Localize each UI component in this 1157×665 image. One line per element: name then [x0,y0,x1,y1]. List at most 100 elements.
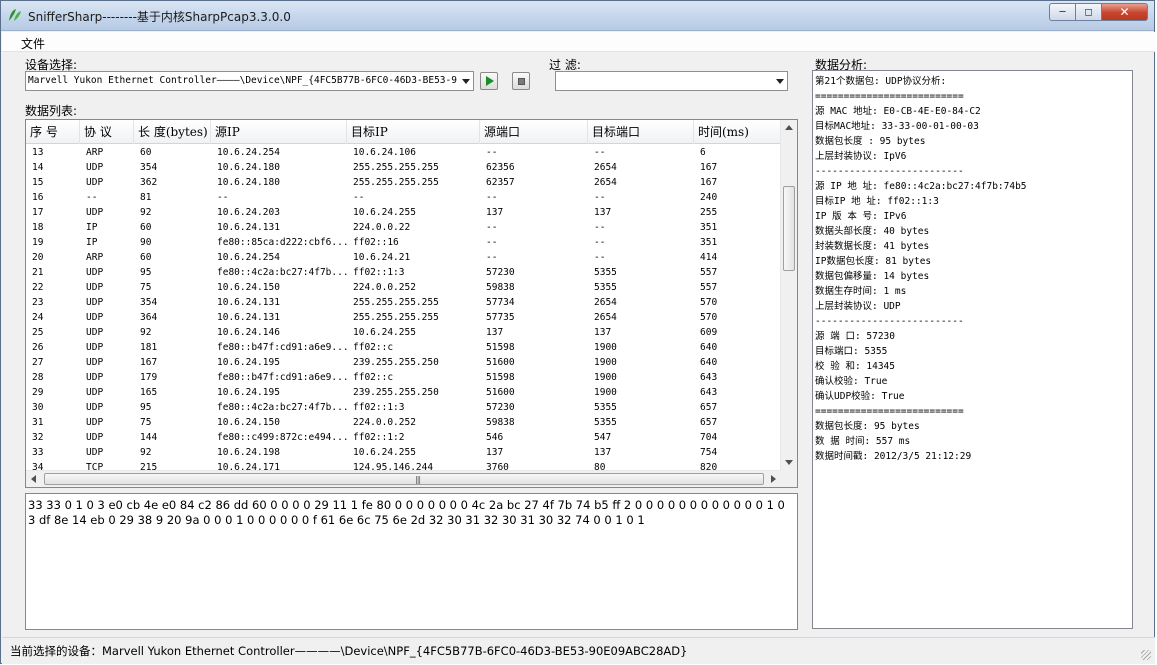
cell-time: 570 [700,297,718,308]
table-row[interactable]: 29 UDP 165 10.6.24.195 239.255.255.250 51600 1… [26,385,782,400]
vertical-scroll-thumb[interactable] [783,186,795,271]
analysis-line: -------------------------- [815,166,964,177]
cell-dest-ip: 224.0.0.22 [353,222,411,233]
scroll-down-icon[interactable] [785,460,793,465]
analysis-line: 数据生存时间: 1 ms [815,286,907,297]
cell-dest-ip: 255.255.255.255 [353,162,439,173]
menu-file[interactable]: 文件 [21,35,45,52]
column-header-length[interactable]: 长 度(bytes) [134,120,211,144]
device-select[interactable]: Marvell Yukon Ethernet Controller————\De… [25,71,474,91]
cell-protocol: UDP [86,267,104,278]
cell-index: 21 [32,267,44,278]
maximize-button[interactable]: ◻ [1076,3,1102,21]
cell-protocol: UDP [86,312,104,323]
minimize-button[interactable]: ─ [1049,3,1076,21]
table-row[interactable]: 33 UDP 92 10.6.24.198 10.6.24.255 137 137 754 [26,445,782,460]
horizontal-scroll-thumb[interactable]: ||| [44,473,764,485]
column-header-index[interactable]: 序 号 [26,120,80,144]
cell-index: 22 [32,282,44,293]
table-row[interactable]: 23 UDP 354 10.6.24.131 255.255.255.255 57734 2… [26,295,782,310]
table-row[interactable]: 25 UDP 92 10.6.24.146 10.6.24.255 137 137 609 [26,325,782,340]
analysis-line: 源 端 口: 57230 [815,331,895,342]
cell-time: 557 [700,267,718,278]
cell-dest-ip: ff02::16 [353,237,399,248]
table-row[interactable]: 21 UDP 95 fe80::4c2a:bc27:4f7b... ff02::1:3 5… [26,265,782,280]
vertical-scrollbar[interactable] [780,120,797,472]
cell-dest-port: 5355 [594,267,617,278]
cell-time: 640 [700,342,718,353]
cell-index: 13 [32,147,44,158]
analysis-panel[interactable]: 第21个数据包: UDP协议分析: =======================… [812,70,1133,629]
table-row[interactable]: 27 UDP 167 10.6.24.195 239.255.255.250 51600 1… [26,355,782,370]
stop-capture-button[interactable] [512,72,530,90]
table-row[interactable]: 13 ARP 60 10.6.24.254 10.6.24.106 -- -- 6 [26,145,782,160]
table-row[interactable]: 28 UDP 179 fe80::b47f:cd91:a6e9... ff02::c 51… [26,370,782,385]
scroll-left-icon[interactable] [31,475,36,483]
table-row[interactable]: 24 UDP 364 10.6.24.131 255.255.255.255 57735 2… [26,310,782,325]
scroll-up-icon[interactable] [785,125,793,130]
column-header-dest-ip[interactable]: 目标IP [347,120,480,144]
column-header-protocol[interactable]: 协 议 [80,120,134,144]
table-row[interactable]: 32 UDP 144 fe80::c499:872c:e494... ff02::1:2… [26,430,782,445]
start-capture-button[interactable] [480,72,498,90]
cell-source-ip: fe80::4c2a:bc27:4f7b... [217,402,347,413]
cell-length: 81 [140,192,152,203]
status-text: 当前选择的设备：Marvell Yukon Ethernet Controlle… [10,644,688,658]
packet-list[interactable]: 序 号 协 议 长 度(bytes) 源IP 目标IP 源端口 目标端口 时间(… [25,119,798,488]
column-header-dest-port[interactable]: 目标端口 [588,120,694,144]
table-row[interactable]: 16 -- 81 -- -- -- -- 240 [26,190,782,205]
column-header-source-port[interactable]: 源端口 [480,120,588,144]
cell-index: 24 [32,312,44,323]
column-header-time[interactable]: 时间(ms) [694,120,782,144]
cell-index: 28 [32,372,44,383]
cell-source-port: 57734 [486,297,515,308]
cell-protocol: IP [86,222,98,233]
cell-source-port: 51598 [486,372,515,383]
table-row[interactable]: 15 UDP 362 10.6.24.180 255.255.255.255 62357 2… [26,175,782,190]
cell-source-ip: -- [217,192,229,203]
table-row[interactable]: 30 UDP 95 fe80::4c2a:bc27:4f7b... ff02::1:3 5… [26,400,782,415]
table-row[interactable]: 18 IP 60 10.6.24.131 224.0.0.22 -- -- 351 [26,220,782,235]
resize-grip-icon[interactable] [1141,650,1151,660]
menu-bar: 文件 [2,32,1155,52]
cell-dest-port: 2654 [594,297,617,308]
cell-source-port: 137 [486,207,504,218]
cell-source-port: 62357 [486,177,515,188]
horizontal-scrollbar[interactable]: ||| [26,470,782,487]
analysis-line: ========================== [815,406,964,417]
close-button[interactable]: ✕ [1102,3,1148,21]
hex-dump-box[interactable]: 33 33 0 1 0 3 e0 cb 4e e0 84 c2 86 dd 60… [25,493,798,630]
cell-source-ip: 10.6.24.131 [217,297,280,308]
table-row[interactable]: 20 ARP 60 10.6.24.254 10.6.24.21 -- -- 414 [26,250,782,265]
column-header-source-ip[interactable]: 源IP [211,120,347,144]
cell-protocol: UDP [86,432,104,443]
cell-time: 351 [700,222,718,233]
cell-dest-port: -- [594,222,606,233]
cell-protocol: UDP [86,417,104,428]
cell-length: 92 [140,207,152,218]
scroll-right-icon[interactable] [771,475,776,483]
table-row[interactable]: 31 UDP 75 10.6.24.150 224.0.0.252 59838 5355 65… [26,415,782,430]
filter-select[interactable] [555,71,788,91]
cell-length: 354 [140,162,158,173]
cell-source-ip: 10.6.24.195 [217,357,280,368]
cell-protocol: UDP [86,357,104,368]
table-row[interactable]: 26 UDP 181 fe80::b47f:cd91:a6e9... ff02::c 51… [26,340,782,355]
device-select-value: Marvell Yukon Ethernet Controller————\De… [28,75,457,86]
cell-dest-ip: ff02::c [353,372,394,383]
cell-time: 167 [700,162,718,173]
analysis-line: 数据时间戳: 2012/3/5 21:12:29 [815,451,972,462]
cell-dest-ip: -- [353,192,365,203]
cell-length: 181 [140,342,158,353]
cell-length: 60 [140,222,152,233]
cell-dest-port: 2654 [594,312,617,323]
table-row[interactable]: 19 IP 90 fe80::85ca:d222:cbf6... ff02::16 -- -… [26,235,782,250]
table-row[interactable]: 14 UDP 354 10.6.24.180 255.255.255.255 62356 2… [26,160,782,175]
cell-dest-port: -- [594,252,606,263]
title-bar[interactable]: SnifferSharp--------基于内核SharpPcap3.3.0.0… [1,1,1154,31]
cell-time: 6 [700,147,706,158]
cell-index: 26 [32,342,44,353]
cell-time: 657 [700,417,718,428]
table-row[interactable]: 17 UDP 92 10.6.24.203 10.6.24.255 137 137 255 [26,205,782,220]
table-row[interactable]: 22 UDP 75 10.6.24.150 224.0.0.252 59838 5355 55… [26,280,782,295]
